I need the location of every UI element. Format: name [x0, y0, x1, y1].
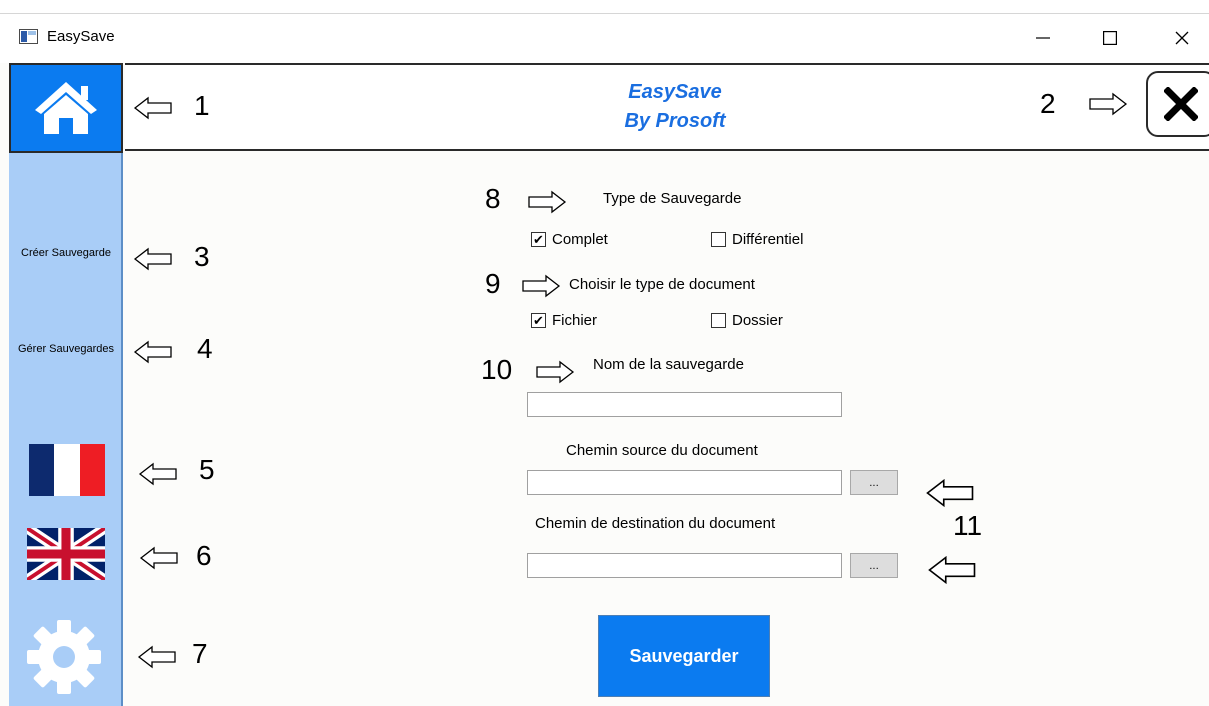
brand-title: EasySave By Prosoft — [600, 78, 750, 136]
checkbox-fichier[interactable]: ✔ Fichier — [531, 312, 597, 329]
annotation-arrow-3-icon — [133, 247, 173, 271]
checkbox-complet-label: Complet — [552, 231, 608, 248]
source-browse-button[interactable]: ... — [850, 470, 898, 495]
destination-path-input[interactable] — [527, 553, 842, 578]
uk-flag-icon[interactable] — [27, 528, 105, 580]
home-icon — [35, 82, 97, 134]
checkbox-complet[interactable]: ✔ Complet — [531, 231, 608, 248]
close-x-icon — [1164, 87, 1198, 121]
checkbox-differentiel-label: Différentiel — [732, 231, 804, 248]
annotation-number-4: 4 — [197, 333, 213, 364]
window-title: EasySave — [47, 28, 115, 45]
source-path-label: Chemin source du document — [566, 442, 758, 459]
maximize-icon — [1103, 31, 1117, 45]
annotation-number-8: 8 — [485, 183, 501, 214]
app-window-icon — [19, 29, 38, 44]
checkbox-differentiel[interactable]: Différentiel — [711, 231, 803, 248]
close-window-button[interactable] — [1162, 22, 1202, 54]
checkbox-fichier-box[interactable]: ✔ — [531, 313, 546, 328]
app-content — [0, 63, 1209, 706]
document-type-label: Choisir le type de document — [569, 276, 755, 293]
home-button[interactable] — [9, 63, 123, 153]
annotation-arrow-7-icon — [137, 645, 177, 669]
annotation-arrow-8-icon — [527, 190, 567, 214]
annotation-arrow-5-icon — [138, 462, 178, 486]
source-path-input[interactable] — [527, 470, 842, 495]
checkbox-dossier-label: Dossier — [732, 312, 783, 329]
annotation-arrow-10-icon — [535, 360, 575, 384]
annotation-arrow-2-icon — [1088, 92, 1128, 116]
checkbox-fichier-label: Fichier — [552, 312, 598, 329]
destination-browse-button[interactable]: ... — [850, 553, 898, 578]
settings-gear-icon[interactable] — [24, 614, 104, 700]
annotation-arrow-11b-icon — [922, 555, 982, 585]
brand-line-1: EasySave — [628, 81, 722, 103]
annotation-number-1: 1 — [194, 90, 210, 121]
annotation-arrow-11a-icon — [920, 478, 980, 508]
maximize-button[interactable] — [1090, 22, 1130, 54]
checkbox-complet-box[interactable]: ✔ — [531, 232, 546, 247]
minimize-icon — [1036, 37, 1050, 39]
sidebar-item-manage-backups[interactable]: Gérer Sauvegardes — [9, 343, 123, 355]
annotation-arrow-4-icon — [133, 340, 173, 364]
save-button[interactable]: Sauvegarder — [598, 615, 770, 697]
annotation-number-5: 5 — [199, 454, 215, 485]
annotation-number-6: 6 — [196, 540, 212, 571]
backup-type-label: Type de Sauvegarde — [603, 190, 742, 207]
annotation-number-7: 7 — [192, 638, 208, 669]
annotation-number-3: 3 — [194, 241, 210, 272]
backup-name-input[interactable] — [527, 392, 842, 417]
annotation-arrow-9-icon — [521, 274, 561, 298]
minimize-button[interactable] — [1023, 22, 1063, 54]
french-flag-icon[interactable] — [29, 444, 105, 496]
close-icon — [1175, 31, 1189, 45]
checkbox-dossier-box[interactable] — [711, 313, 726, 328]
brand-line-2: By Prosoft — [624, 110, 726, 132]
destination-path-label: Chemin de destination du document — [535, 515, 776, 532]
annotation-number-2: 2 — [1040, 88, 1056, 119]
annotation-arrow-6-icon — [139, 546, 179, 570]
annotation-arrow-1-icon — [133, 96, 173, 120]
checkbox-differentiel-box[interactable] — [711, 232, 726, 247]
annotation-number-11: 11 — [953, 510, 983, 541]
checkbox-dossier[interactable]: Dossier — [711, 312, 783, 329]
annotation-number-10: 10 — [481, 354, 513, 385]
sidebar-item-create-backup[interactable]: Créer Sauvegarde — [9, 247, 123, 259]
close-app-button[interactable] — [1146, 71, 1209, 137]
sidebar — [9, 63, 123, 706]
backup-name-label: Nom de la sauvegarde — [593, 356, 744, 373]
annotation-number-9: 9 — [485, 268, 501, 299]
